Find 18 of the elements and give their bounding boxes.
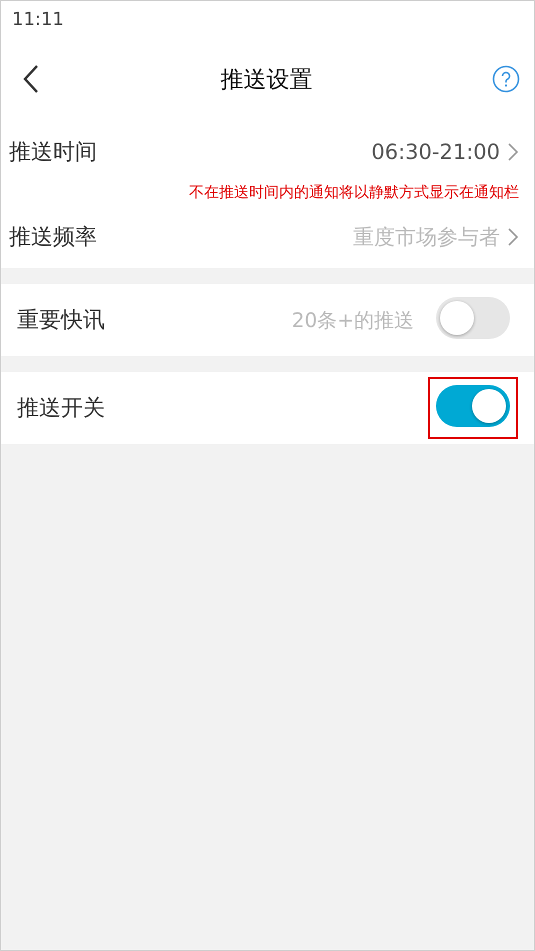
row-hint: 20条+的推送 <box>292 306 414 334</box>
row-value: 重度市场参与者 <box>353 224 500 251</box>
toggle-switch[interactable] <box>436 385 510 427</box>
settings-row[interactable]: 推送时间 06:30-21:00 <box>1 121 534 183</box>
chevron-icon <box>508 228 518 246</box>
toggle-switch[interactable] <box>436 297 510 339</box>
row-value: 06:30-21:00 <box>371 140 500 164</box>
row-label: 推送时间 <box>9 139 98 167</box>
settings-row[interactable]: 推送频率 重度市场参与者 <box>1 206 534 268</box>
back-icon[interactable] <box>21 64 41 94</box>
row-label: 推送开关 <box>17 395 106 423</box>
help-icon[interactable] <box>492 65 520 93</box>
chevron-icon <box>508 143 518 161</box>
page-title: 推送设置 <box>220 66 312 94</box>
status-time: 11:11 <box>12 8 64 30</box>
hint-text: 不在推送时间内的通知将以静默方式显示在通知栏 <box>189 183 519 202</box>
row-label: 推送频率 <box>9 224 98 252</box>
row-label: 重要快讯 <box>17 307 106 335</box>
